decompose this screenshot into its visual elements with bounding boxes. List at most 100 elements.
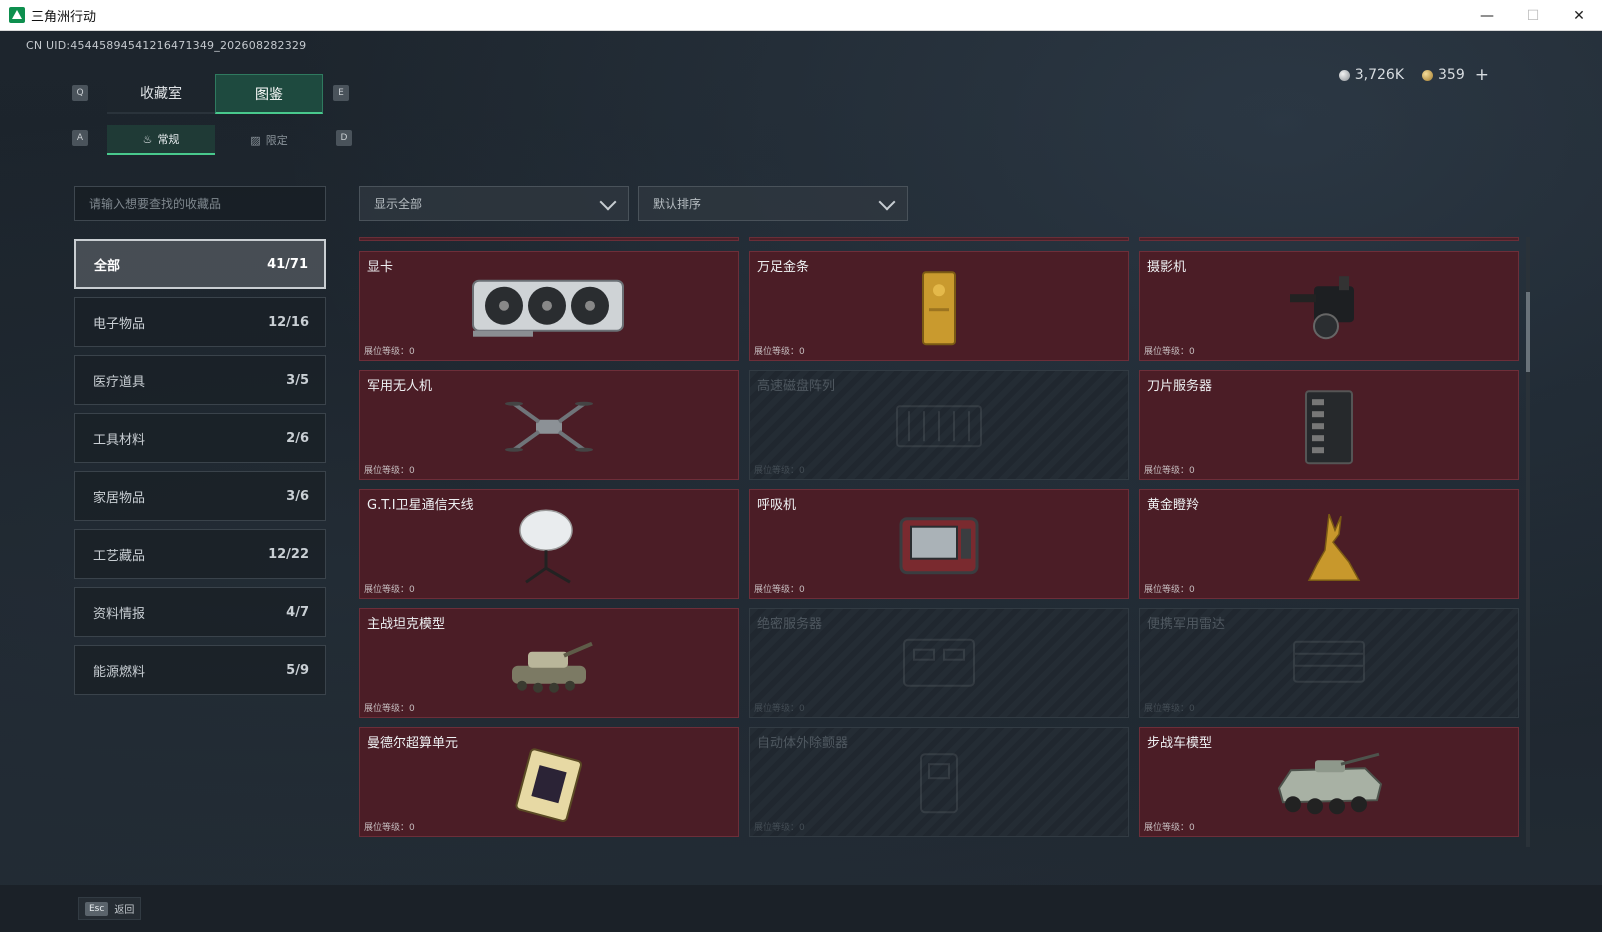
user-uid: CN UID:4544589454121647134​9_20260828232… — [26, 39, 307, 52]
collection-card[interactable]: 曼德尔超算单元 展位等级：0 — [359, 727, 739, 837]
collection-card[interactable]: 刀片服务器 展位等级：0 — [1139, 370, 1519, 480]
flame-icon: ♨ — [142, 132, 153, 146]
category-label: 工具材料 — [93, 432, 146, 448]
main-tabs: 收藏室 图鉴 — [107, 74, 323, 114]
category-label: 全部 — [94, 258, 121, 274]
tank-icon — [504, 630, 594, 704]
camera-icon — [1284, 268, 1374, 352]
card-peek — [1139, 237, 1519, 241]
tab-catalog[interactable]: 图鉴 — [215, 74, 323, 114]
filter-dropdown-value: 显示全部 — [374, 197, 423, 211]
category-item-crafts[interactable]: 工艺藏品 12/22 — [74, 529, 326, 579]
category-item-tools[interactable]: 工具材料 2/6 — [74, 413, 326, 463]
category-count: 41/71 — [267, 256, 308, 272]
filter-dropdown[interactable]: 显示全部 — [359, 186, 629, 221]
window-titlebar: 三角洲行动 — ☐ ✕ — [0, 0, 1602, 31]
category-item-household[interactable]: 家居物品 3/6 — [74, 471, 326, 521]
minimize-button[interactable]: — — [1464, 0, 1510, 31]
collection-card[interactable]: 高速磁盘阵列展位等级：0 — [749, 370, 1129, 480]
category-item-fuel[interactable]: 能源燃料 5/9 — [74, 645, 326, 695]
back-button[interactable]: Esc 返回 — [78, 897, 142, 920]
disk-array-icon — [889, 396, 989, 460]
subtab-regular-label: 常规 — [157, 133, 180, 146]
gold-coin-icon — [1422, 69, 1434, 81]
card-name: 黄金瞪羚 — [1147, 498, 1200, 513]
collection-card[interactable]: 绝密服务器 展位等级：0 — [749, 608, 1129, 718]
ventilator-icon — [897, 511, 981, 585]
key-hint-a: A — [72, 130, 88, 146]
category-label: 电子物品 — [93, 316, 146, 332]
collection-card[interactable]: 自动体外除颤器 展位等级：0 — [749, 727, 1129, 837]
bottom-bar: Esc 返回 — [0, 885, 1602, 932]
add-currency-button[interactable]: + — [1475, 65, 1489, 85]
display-level: 展位等级：0 — [1144, 823, 1195, 833]
scrollbar-thumb[interactable] — [1526, 292, 1530, 372]
collection-card[interactable]: 摄影机 展位等级：0 — [1139, 251, 1519, 361]
close-button[interactable]: ✕ — [1556, 0, 1602, 31]
chevron-down-icon — [878, 193, 896, 211]
esc-key-hint: Esc — [85, 901, 109, 916]
silver-currency: 3,726K — [1338, 67, 1405, 83]
display-level: 展位等级：0 — [1144, 585, 1195, 595]
category-count: 2/6 — [286, 430, 309, 446]
tab-collection-room[interactable]: 收藏室 — [107, 74, 215, 114]
window-title: 三角洲行动 — [31, 9, 97, 25]
chip-icon — [509, 744, 589, 828]
maximize-button[interactable]: ☐ — [1510, 0, 1556, 31]
category-count: 3/6 — [286, 488, 309, 504]
card-name: 万足金条 — [757, 260, 810, 275]
key-hint-e: E — [333, 85, 349, 101]
server-icon — [1294, 387, 1364, 471]
card-name: 便携军用雷达 — [1147, 617, 1226, 632]
category-label: 家居物品 — [93, 490, 146, 506]
collection-card[interactable]: 便携军用雷达 展位等级：0 — [1139, 608, 1519, 718]
category-label: 能源燃料 — [93, 664, 146, 680]
card-name: 曼德尔超算单元 — [367, 736, 459, 751]
grid-scroll-peek — [359, 237, 1519, 241]
display-level: 展位等级：0 — [364, 347, 415, 357]
collection-card[interactable]: 黄金瞪羚展位等级：0 — [1139, 489, 1519, 599]
subtab-limited[interactable]: ▨ 限定 — [215, 125, 323, 155]
category-label: 工艺藏品 — [93, 548, 146, 564]
card-name: 显卡 — [367, 260, 394, 275]
display-level: 展位等级：0 — [1144, 466, 1195, 476]
search-input[interactable]: 请输入想要查找的收藏品 — [74, 186, 326, 221]
card-name: 军用无人机 — [367, 379, 433, 394]
gpu-icon — [469, 273, 629, 347]
category-item-medical[interactable]: 医疗道具 3/5 — [74, 355, 326, 405]
silver-coin-icon — [1338, 69, 1350, 81]
back-label: 返回 — [114, 905, 135, 916]
collection-card[interactable]: 步战车模型 展位等级：0 — [1139, 727, 1519, 837]
display-level: 展位等级：0 — [754, 347, 805, 357]
collection-card[interactable]: 军用无人机 展位等级：0 — [359, 370, 739, 480]
category-count: 12/22 — [268, 546, 309, 562]
subtab-regular[interactable]: ♨ 常规 — [107, 125, 215, 155]
collection-card[interactable]: 显卡展位等级：0 — [359, 251, 739, 361]
category-label: 医疗道具 — [93, 374, 146, 390]
defibrillator-icon — [909, 744, 969, 828]
category-item-intel[interactable]: 资料情报 4/7 — [74, 587, 326, 637]
game-area: CN UID:4544589454121647134​9_20260828232… — [0, 31, 1602, 932]
category-count: 5/9 — [286, 662, 309, 678]
ifv-icon — [1269, 744, 1389, 828]
collection-card[interactable]: 万足金条展位等级：0 — [749, 251, 1129, 361]
gold-gazelle-icon — [1289, 506, 1369, 590]
gold-amount: 359 — [1438, 67, 1465, 83]
sort-dropdown[interactable]: 默认排序 — [638, 186, 908, 221]
collection-card[interactable]: G.T.I卫星通信天线 展位等级：0 — [359, 489, 739, 599]
category-item-electronics[interactable]: 电子物品 12/16 — [74, 297, 326, 347]
category-item-all[interactable]: 全部 41/71 — [74, 239, 326, 289]
display-level: 展位等级：0 — [754, 585, 805, 595]
collection-card[interactable]: 呼吸机 展位等级：0 — [749, 489, 1129, 599]
silver-amount: 3,726K — [1354, 67, 1405, 83]
secret-server-icon — [894, 630, 984, 704]
key-hint-d: D — [336, 130, 352, 146]
display-level: 展位等级：0 — [754, 466, 805, 476]
picture-icon: ▨ — [250, 133, 261, 147]
collection-card[interactable]: 主战坦克模型 展位等级：0 — [359, 608, 739, 718]
grid-scrollbar[interactable] — [1526, 237, 1530, 847]
category-list: 全部 41/71 电子物品 12/16 医疗道具 3/5 工具材料 2/6 家居… — [74, 239, 326, 703]
subtab-limited-label: 限定 — [265, 134, 288, 147]
display-level: 展位等级：0 — [1144, 347, 1195, 357]
card-name: 高速磁盘阵列 — [757, 379, 836, 394]
